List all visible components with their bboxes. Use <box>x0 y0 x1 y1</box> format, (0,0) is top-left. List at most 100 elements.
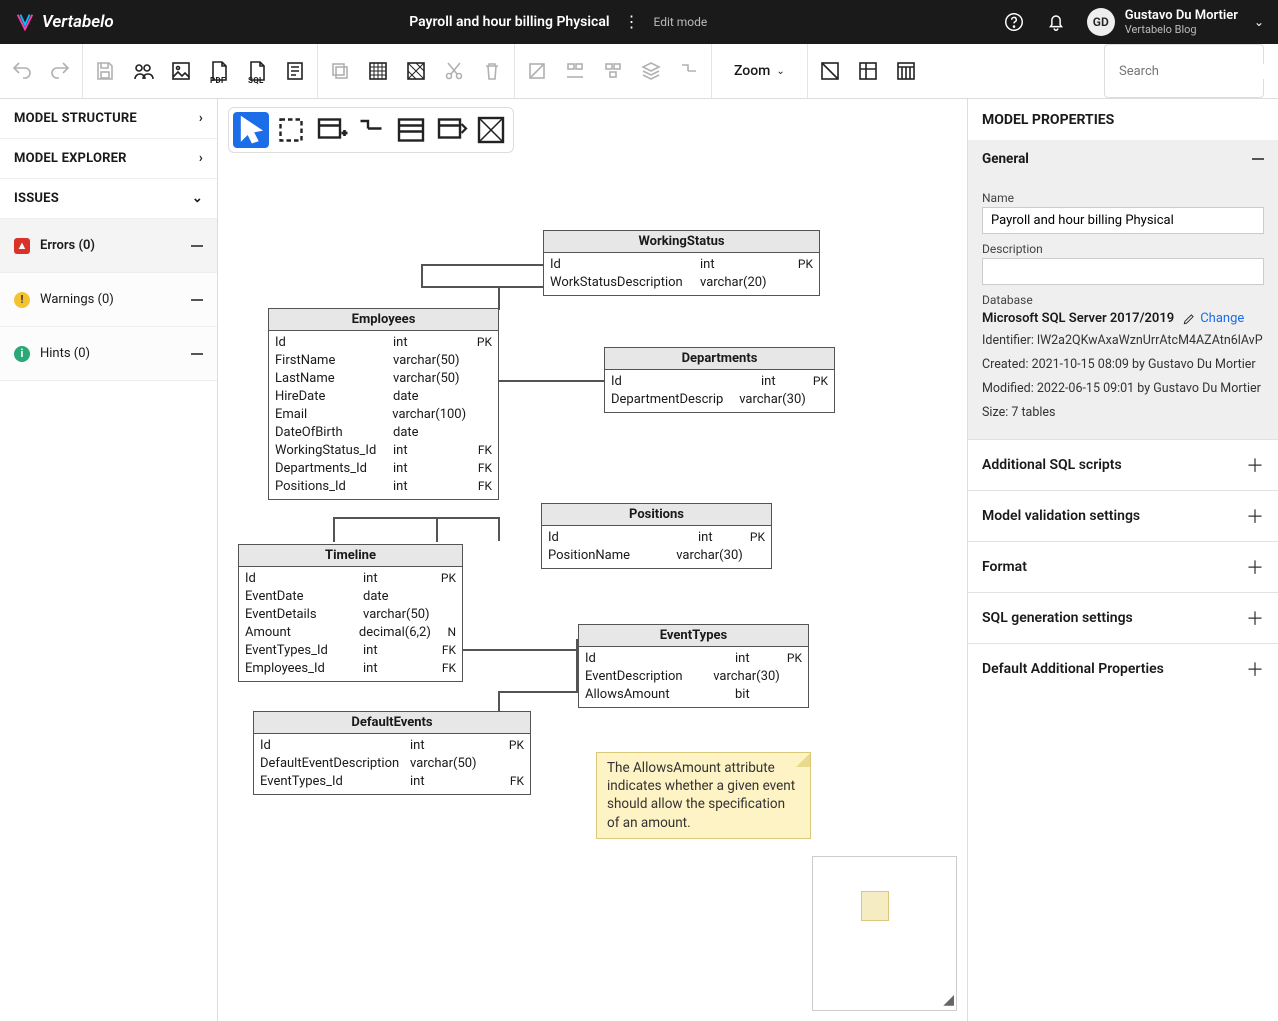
table-column-row[interactable]: Departments_IdintFK <box>275 459 492 477</box>
minimap[interactable]: ◢ <box>812 856 957 1011</box>
hints-row[interactable]: iHints (0) <box>0 327 217 381</box>
description-input[interactable] <box>982 258 1264 285</box>
table-column-row[interactable]: LastNamevarchar(50) <box>275 369 492 387</box>
table-column-row[interactable]: IdintPK <box>585 649 802 667</box>
grid1-button[interactable] <box>818 59 842 83</box>
pattern2-button[interactable] <box>404 59 428 83</box>
table-column-row[interactable]: Emailvarchar(100) <box>275 405 492 423</box>
redo-button[interactable] <box>48 59 72 83</box>
edit-mode-label[interactable]: Edit mode <box>653 15 707 29</box>
area-tool[interactable] <box>473 112 509 148</box>
user-menu[interactable]: GD Gustavo Du Mortier Vertabelo Blog ⌄ <box>1087 8 1264 37</box>
warnings-row[interactable]: !Warnings (0) <box>0 273 217 327</box>
table-eventtypes[interactable]: EventTypes IdintPKEventDescriptionvarcha… <box>578 624 809 708</box>
search-input[interactable] <box>1119 64 1278 79</box>
section-format[interactable]: Format＋ <box>968 541 1278 592</box>
table-column-row[interactable]: AllowsAmountbit <box>585 685 802 703</box>
table-column-row[interactable]: EventTypes_IdintFK <box>245 641 456 659</box>
table-column-row[interactable]: FirstNamevarchar(50) <box>275 351 492 369</box>
brand-logo[interactable]: Vertabelo <box>14 11 114 33</box>
table-column-row[interactable]: EventDetailsvarchar(50) <box>245 605 456 623</box>
change-database-button[interactable]: Change <box>1182 311 1244 326</box>
cut-button[interactable] <box>442 59 466 83</box>
table-column-row[interactable]: EventDescriptionvarchar(30) <box>585 667 802 685</box>
section-default-props[interactable]: Default Additional Properties＋ <box>968 643 1278 694</box>
bell-icon[interactable] <box>1045 11 1067 33</box>
table-column-row[interactable]: WorkingStatus_IdintFK <box>275 441 492 459</box>
delete-button[interactable] <box>480 59 504 83</box>
connector-button[interactable] <box>677 59 701 83</box>
model-structure-toggle[interactable]: MODEL STRUCTURE › <box>0 99 217 139</box>
table-column-row[interactable]: Amountdecimal(6,2)N <box>245 623 456 641</box>
brand-text: Vertabelo <box>42 12 114 32</box>
xml-export-button[interactable] <box>283 59 307 83</box>
table-timeline[interactable]: Timeline IdintPKEventDatedateEventDetail… <box>238 544 463 682</box>
table-column-row[interactable]: DateOfBirthdate <box>275 423 492 441</box>
layers-button[interactable] <box>639 59 663 83</box>
undo-button[interactable] <box>10 59 34 83</box>
canvas-note[interactable]: The AllowsAmount attribute indicates whe… <box>596 752 811 839</box>
resize-handle-icon[interactable]: ◢ <box>943 992 954 1008</box>
sql-export-button[interactable]: SQL <box>245 59 269 83</box>
pdf-export-button[interactable]: PDF <box>207 59 231 83</box>
avatar: GD <box>1087 8 1115 36</box>
doc-menu-icon[interactable]: ⋮ <box>623 14 639 30</box>
table-column-row[interactable]: EventDatedate <box>245 587 456 605</box>
table-column-row[interactable]: DepartmentDescripvarchar(30) <box>611 390 828 408</box>
align1-button[interactable] <box>525 59 549 83</box>
share-button[interactable] <box>131 59 155 83</box>
user-sub: Vertabelo Blog <box>1125 23 1238 36</box>
table-column-row[interactable]: WorkStatusDescriptionvarchar(20) <box>550 273 813 291</box>
table-column-row[interactable]: PositionNamevarchar(30) <box>548 546 765 564</box>
table-column-row[interactable]: IdintPK <box>275 333 492 351</box>
table-column-row[interactable]: DefaultEventDescriptionvarchar(50) <box>260 754 524 772</box>
table-positions[interactable]: Positions IdintPKPositionNamevarchar(30) <box>541 503 772 569</box>
table-title: Positions <box>542 504 771 526</box>
grid3-button[interactable] <box>894 59 918 83</box>
section-additional-sql[interactable]: Additional SQL scripts＋ <box>968 439 1278 490</box>
section-validation[interactable]: Model validation settings＋ <box>968 490 1278 541</box>
table-column-row[interactable]: Positions_IdintFK <box>275 477 492 495</box>
pattern1-button[interactable] <box>366 59 390 83</box>
name-input[interactable] <box>982 207 1264 234</box>
search-box[interactable]: CTRL + F <box>1104 44 1264 98</box>
name-label: Name <box>982 191 1264 205</box>
help-icon[interactable] <box>1003 11 1025 33</box>
issues-toggle[interactable]: ISSUES ⌄ <box>0 179 217 219</box>
table-column-row[interactable]: IdintPK <box>260 736 524 754</box>
plus-icon: ＋ <box>1246 554 1264 580</box>
view-tool[interactable] <box>393 112 429 148</box>
table-column-row[interactable]: EventTypes_IdintFK <box>260 772 524 790</box>
table-workingstatus[interactable]: WorkingStatus IdintPKWorkStatusDescripti… <box>543 230 820 296</box>
copy-button[interactable] <box>328 59 352 83</box>
relation-tool[interactable] <box>353 112 389 148</box>
table-departments[interactable]: Departments IdintPKDepartmentDescripvarc… <box>604 347 835 413</box>
note-tool[interactable] <box>433 112 469 148</box>
add-table-tool[interactable] <box>313 112 349 148</box>
pencil-icon <box>1182 312 1196 326</box>
table-defaultevents[interactable]: DefaultEvents IdintPKDefaultEventDescrip… <box>253 711 531 795</box>
errors-row[interactable]: ▲Errors (0) <box>0 219 217 273</box>
table-column-row[interactable]: IdintPK <box>550 255 813 273</box>
align-vertical-button[interactable] <box>601 59 625 83</box>
table-employees[interactable]: Employees IdintPKFirstNamevarchar(50)Las… <box>268 308 499 500</box>
select-tool[interactable] <box>233 112 269 148</box>
table-column-row[interactable]: IdintPK <box>611 372 828 390</box>
marquee-tool[interactable] <box>273 112 309 148</box>
table-column-row[interactable]: Employees_IdintFK <box>245 659 456 677</box>
align-horizontal-button[interactable] <box>563 59 587 83</box>
table-column-row[interactable]: IdintPK <box>245 569 456 587</box>
error-icon: ▲ <box>14 238 30 254</box>
database-value: Microsoft SQL Server 2017/2019 <box>982 311 1174 326</box>
save-button[interactable] <box>93 59 117 83</box>
section-sql-gen[interactable]: SQL generation settings＋ <box>968 592 1278 643</box>
model-explorer-toggle[interactable]: MODEL EXPLORER › <box>0 139 217 179</box>
plus-icon: ＋ <box>1246 452 1264 478</box>
canvas[interactable]: Employees IdintPKFirstNamevarchar(50)Las… <box>218 99 967 1021</box>
grid2-button[interactable] <box>856 59 880 83</box>
zoom-dropdown[interactable]: Zoom ⌄ <box>712 44 808 98</box>
general-section-toggle[interactable]: General <box>968 141 1278 177</box>
table-column-row[interactable]: IdintPK <box>548 528 765 546</box>
image-export-button[interactable] <box>169 59 193 83</box>
table-column-row[interactable]: HireDatedate <box>275 387 492 405</box>
